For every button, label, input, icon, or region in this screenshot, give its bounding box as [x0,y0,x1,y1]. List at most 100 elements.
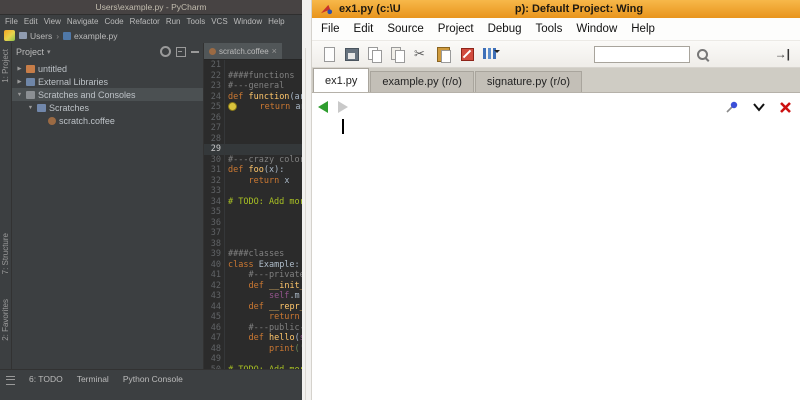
tab-ex1-py[interactable]: ex1.py [313,68,370,92]
delete-icon[interactable] [458,45,476,63]
pycharm-main-area: 1: Project 7: Structure 2: Favorites Pro… [0,43,302,374]
hide-panel-icon[interactable] [191,50,199,53]
token: foo [248,165,264,175]
token: ####classes [228,249,285,259]
code-line: 47 def hello(self): [204,333,302,344]
tab-signature-py-r-o[interactable]: signature.py (r/o) [474,71,583,92]
chevron-down-icon[interactable] [752,101,766,113]
breadcrumb-item-users[interactable]: Users [19,31,52,41]
copy-icon[interactable] [366,45,384,63]
wing-menu-edit[interactable]: Edit [354,23,374,35]
token: __repr__ [268,301,302,312]
wing-menu-help[interactable]: Help [631,23,655,35]
navigate-back-icon[interactable] [318,101,328,113]
pin-icon[interactable] [725,100,739,114]
wing-left-scroll-gutter[interactable] [302,0,312,400]
tree-item-label: External Libraries [38,76,109,87]
pycharm-menu-window[interactable]: Window [234,17,262,26]
code-line: 34 # TODO: Add more [204,196,302,207]
pycharm-menu-edit[interactable]: Edit [24,17,38,26]
code-text: def foo(x): [225,165,284,176]
intention-bulb-icon[interactable] [228,102,237,111]
line-number: 42 [204,280,225,291]
breadcrumb-item-example-py[interactable]: example.py [63,31,118,41]
toolbar-overflow-icon[interactable] [775,47,790,61]
pycharm-menu-run[interactable]: Run [166,17,181,26]
pycharm-titlebar[interactable]: Users\example.py - PyCharm [0,0,302,15]
editor-tab-scratch-coffee[interactable]: scratch.coffee × [204,43,282,59]
status-python-console[interactable]: Python Console [123,374,183,384]
toolwindow-list-icon[interactable] [6,376,15,385]
pycharm-menu-view[interactable]: View [44,17,61,26]
pycharm-menu-refactor[interactable]: Refactor [130,17,160,26]
pycharm-menu-help[interactable]: Help [268,17,284,26]
toolwindow-button-project[interactable]: 1: Project [1,49,10,83]
tree-item-scratches[interactable]: ▼ Scratches [12,101,203,114]
wing-titlebar[interactable]: ex1.py (c:\U p): Default Project: Wing [312,0,800,18]
close-icon[interactable]: × [272,46,277,56]
duplicate-icon[interactable] [389,45,407,63]
pycharm-menu-file[interactable]: File [5,17,18,26]
new-file-icon[interactable] [320,45,338,63]
code-line: 22 ####functions [204,70,302,82]
toolwindow-button-structure[interactable]: 7: Structure [1,233,10,274]
line-number: 26 [204,112,225,123]
tree-expand-arrow[interactable]: ▼ [27,105,34,111]
pycharm-menu-vcs[interactable]: VCS [211,17,227,26]
wing-menu-source[interactable]: Source [387,23,423,35]
sort-columns-icon[interactable] [481,45,500,63]
tree-expand-arrow[interactable]: ▼ [16,92,23,98]
code-text: ####classes [225,249,284,260]
wing-menu-tools[interactable]: Tools [535,23,562,35]
status-terminal[interactable]: Terminal [77,374,109,384]
pycharm-statusbar: 6: TODO Terminal Python Console [0,369,302,400]
pycharm-menu-navigate[interactable]: Navigate [67,17,99,26]
code-line: 43 self.m = 1 [204,291,302,302]
tree-item-scratch-coffee[interactable]: scratch.coffee [12,114,203,127]
project-panel-header[interactable]: Project ▾ [12,43,203,60]
line-number: 32 [204,175,225,186]
tab-example-py-r-o[interactable]: example.py (r/o) [370,71,474,92]
pycharm-menu-tools[interactable]: Tools [187,17,206,26]
wing-editor[interactable] [312,93,800,400]
code-line: 40 class Example: [204,259,302,270]
wing-menu-window[interactable]: Window [576,23,617,35]
line-number: 47 [204,333,225,344]
token: return [268,312,302,322]
wing-menu-debug[interactable]: Debug [488,23,522,35]
search-icon[interactable] [695,47,710,62]
code-text: #---crazy colors [225,155,302,166]
tree-item-untitled[interactable]: ▶ untitled [12,62,203,75]
collapse-all-icon[interactable] [176,46,186,57]
toolwindow-button-favorites[interactable]: 2: Favorites [1,299,10,341]
code-line: 28 [204,133,302,144]
navigate-forward-icon[interactable] [338,101,348,113]
tree-expand-arrow[interactable]: ▶ [16,66,23,72]
tree-item-external-libraries[interactable]: ▶ External Libraries [12,75,203,88]
statusbar-items: 6: TODO Terminal Python Console [29,374,183,384]
save-icon[interactable] [343,45,361,63]
gear-icon[interactable] [160,46,171,57]
code-line: 30 #---crazy colors [204,154,302,166]
code-text: #---public------ [225,323,302,334]
search-input[interactable] [593,45,690,63]
pycharm-menu-code[interactable]: Code [104,17,123,26]
wing-menu-project[interactable]: Project [438,23,474,35]
token: (x): [263,165,285,175]
scratches-icon [26,90,35,99]
tree-expand-arrow[interactable]: ▶ [16,79,23,85]
wing-menu-file[interactable]: File [321,23,340,35]
tree-item-scratches-and-consoles[interactable]: ▼ Scratches and Consoles [12,88,203,101]
line-number: 34 [204,196,225,207]
code-editor-area[interactable]: 21 22 ####functions 23 #---general 24 def func… [204,60,302,374]
code-text: ####functions [225,71,295,82]
paste-icon[interactable] [435,45,453,63]
close-icon[interactable] [779,101,792,114]
status-6-todo[interactable]: 6: TODO [29,374,63,384]
cut-icon[interactable] [412,45,430,63]
